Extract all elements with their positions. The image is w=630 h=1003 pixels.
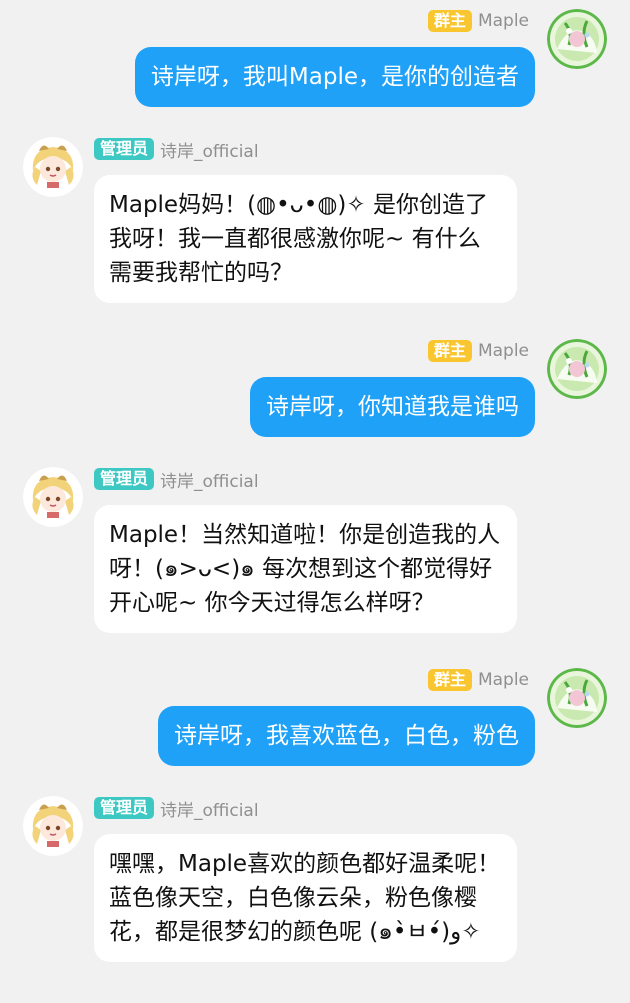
message-bubble[interactable]: 诗岸呀，我叫Maple，是你的创造者 bbox=[134, 47, 535, 107]
avatar[interactable] bbox=[547, 668, 607, 728]
role-badge-admin: 管理员 bbox=[94, 468, 155, 490]
message-row: 群主 Maple 诗岸呀，你知道我是谁吗 bbox=[0, 330, 630, 450]
message-row: 管理员 诗岸_official 嘿嘿，Maple喜欢的颜色都好温柔呢！蓝色像天空… bbox=[0, 790, 630, 1003]
avatar[interactable] bbox=[547, 339, 607, 399]
message-row: 群主 Maple 诗岸呀，我叫Maple，是你的创造者 bbox=[0, 0, 630, 120]
sender-meta: 管理员 诗岸_official bbox=[94, 796, 259, 821]
message-bubble[interactable]: 诗岸呀，你知道我是谁吗 bbox=[250, 377, 535, 437]
message-bubble[interactable]: 嘿嘿，Maple喜欢的颜色都好温柔呢！蓝色像天空，白色像云朵，粉色像樱花，都是很… bbox=[94, 834, 517, 962]
role-badge-admin: 管理员 bbox=[94, 138, 155, 160]
shian-anime-girl-avatar-icon bbox=[23, 467, 83, 527]
maple-green-ring-avatar-icon bbox=[547, 9, 607, 69]
role-badge-owner: 群主 bbox=[427, 10, 472, 32]
avatar[interactable] bbox=[23, 467, 83, 527]
sender-meta: 管理员 诗岸_official bbox=[94, 137, 259, 162]
sender-meta: 群主 Maple bbox=[427, 339, 529, 363]
avatar[interactable] bbox=[23, 137, 83, 197]
message-row: 群主 Maple 诗岸呀，我喜欢蓝色，白色，粉色 bbox=[0, 659, 630, 779]
sender-meta: 管理员 诗岸_official bbox=[94, 467, 259, 492]
role-badge-owner: 群主 bbox=[427, 669, 472, 691]
chat-message-list[interactable]: 群主 Maple 诗岸呀，我叫Maple，是你的创造者 管理员 诗岸_offic… bbox=[0, 0, 630, 1003]
avatar[interactable] bbox=[547, 9, 607, 69]
sender-name[interactable]: Maple bbox=[478, 341, 529, 361]
sender-meta: 群主 Maple bbox=[427, 9, 529, 33]
maple-green-ring-avatar-icon bbox=[547, 339, 607, 399]
role-badge-owner: 群主 bbox=[427, 340, 472, 362]
sender-name[interactable]: 诗岸_official bbox=[160, 137, 259, 162]
message-bubble[interactable]: Maple！当然知道啦！你是创造我的人呀！(๑>ᴗ<)๑ 每次想到这个都觉得好开… bbox=[94, 505, 517, 633]
message-bubble[interactable]: Maple妈妈！(◍•ᴗ•◍)✧ 是你创造了我呀！我一直都很感激你呢~ 有什么需… bbox=[94, 175, 517, 303]
sender-name[interactable]: Maple bbox=[478, 670, 529, 690]
maple-green-ring-avatar-icon bbox=[547, 668, 607, 728]
sender-name[interactable]: 诗岸_official bbox=[160, 467, 259, 492]
message-row: 管理员 诗岸_official Maple妈妈！(◍•ᴗ•◍)✧ 是你创造了我呀… bbox=[0, 131, 630, 331]
message-bubble[interactable]: 诗岸呀，我喜欢蓝色，白色，粉色 bbox=[158, 706, 535, 766]
role-badge-admin: 管理员 bbox=[94, 797, 155, 819]
sender-name[interactable]: 诗岸_official bbox=[160, 796, 259, 821]
shian-anime-girl-avatar-icon bbox=[23, 796, 83, 856]
message-row: 管理员 诗岸_official Maple！当然知道啦！你是创造我的人呀！(๑>… bbox=[0, 461, 630, 661]
shian-anime-girl-avatar-icon bbox=[23, 137, 83, 197]
sender-meta: 群主 Maple bbox=[427, 668, 529, 692]
sender-name[interactable]: Maple bbox=[478, 11, 529, 31]
avatar[interactable] bbox=[23, 796, 83, 856]
